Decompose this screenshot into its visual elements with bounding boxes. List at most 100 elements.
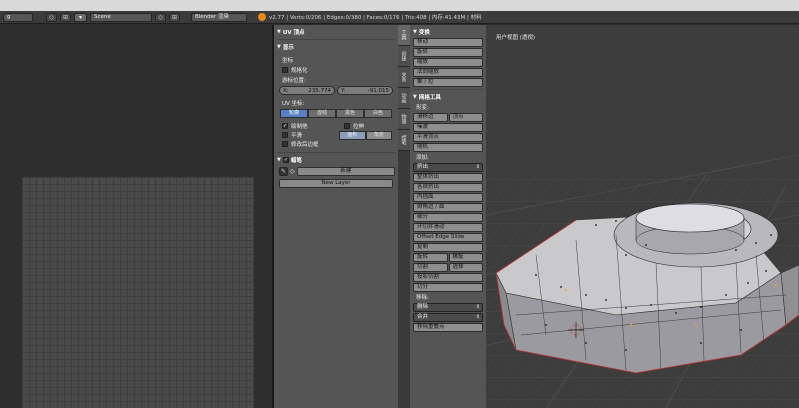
deform-label: 形变: — [416, 105, 429, 111]
collapse-triangle-icon: ▼ — [413, 94, 417, 100]
tab-physics[interactable]: 物理 — [398, 109, 410, 130]
uv-vertex-title: UV 顶点 — [282, 30, 305, 36]
uv-coords-label: UV 坐标: — [282, 101, 305, 107]
transform-title: 变换 — [418, 30, 430, 36]
scene-browse-icon[interactable]: ◇ — [155, 12, 166, 22]
scene-stats: v2.77 | Verts:0/206 | Edges:0/380 | Face… — [269, 15, 482, 21]
extrude-individual-button[interactable]: 各自挤出 — [413, 183, 483, 192]
screen-browse-icon[interactable]: ◇ — [46, 12, 57, 22]
draw-other-checkbox[interactable]: ✓ — [282, 122, 288, 129]
viewport-canvas[interactable] — [486, 25, 799, 408]
smooth-label: 平滑 — [291, 132, 303, 139]
extrude-region-button[interactable]: 整体挤出 — [413, 173, 483, 182]
cursor-y-field[interactable]: Y: -91.015 — [337, 86, 393, 95]
pencil-icon[interactable]: ✎ — [279, 167, 288, 176]
header-bar: g ◇ ⊞ ▾ Scene ◇ ⊞ Blender 渲染 v2.77 | Ver… — [0, 11, 799, 24]
rotate-button[interactable]: 旋转 — [413, 48, 483, 57]
uv-grid[interactable] — [22, 177, 254, 408]
uv-vertex-panel-header[interactable]: ▼ UV 顶点 — [277, 27, 395, 37]
bevel-button[interactable]: 倒角边 / 面 — [413, 203, 483, 212]
add-label: 添加: — [416, 155, 429, 161]
stretch-checkbox[interactable] — [344, 122, 350, 129]
tab-animation[interactable]: 动画 — [398, 88, 410, 109]
offset-edge-slide-button[interactable]: Offset Edge Slide — [413, 233, 483, 242]
draw-other-checkbox-row[interactable]: ✓ 绘制他 — [277, 121, 339, 130]
slide-vertex-button[interactable]: 顶点 — [448, 113, 483, 122]
slide-edge-button[interactable]: 滑移边 — [413, 113, 448, 122]
smooth-checkbox-row[interactable]: 平滑 — [277, 130, 339, 139]
grease-pencil-panel-header[interactable]: ▼ ✓ 蜡笔 — [277, 155, 395, 165]
separator — [277, 39, 395, 40]
scene-selector-icon[interactable]: ▾ — [74, 12, 87, 22]
uv-display-mode-group: 轮廓 虚线 黑色 白色 — [280, 109, 392, 118]
collapse-triangle-icon: ▼ — [277, 157, 281, 163]
knife-select-button[interactable]: 选择 — [448, 263, 483, 272]
delete-dropdown[interactable]: 删除 — [413, 303, 483, 312]
tab-create[interactable]: 创建 — [398, 46, 410, 67]
display-panel-header[interactable]: ▼ 显示 — [277, 42, 395, 52]
screen-add-icon[interactable]: ⊞ — [60, 12, 71, 22]
subdivide-button[interactable]: 细分 — [413, 213, 483, 222]
remove-doubles-button[interactable]: 移除重叠点 — [413, 323, 483, 332]
coords-label: 坐标 — [282, 58, 294, 64]
new-layer-button[interactable]: New Layer — [279, 179, 393, 188]
knife-project-button[interactable]: 投影切割 — [413, 273, 483, 282]
inset-faces-button[interactable]: 内插面 — [413, 193, 483, 202]
mesh-tools-panel-header[interactable]: ▼ 网格工具 — [413, 92, 483, 102]
cursor-x-field[interactable]: X: 235.774 — [279, 86, 335, 95]
smooth-checkbox[interactable] — [282, 131, 288, 138]
normalized-checkbox-row[interactable]: 规格化 — [277, 65, 395, 74]
scene-name-field[interactable]: Scene — [90, 12, 152, 22]
normalized-checkbox[interactable] — [282, 66, 288, 73]
stretch-checkbox-row[interactable]: 拉伸 — [339, 121, 395, 130]
separator — [413, 89, 483, 90]
transform-panel-header[interactable]: ▼ 变换 — [413, 27, 483, 37]
tool-shelf: ▼ 变换 移动 旋转 缩放 法向缩放 推 / 拉 ▼ 网格工具 形变: 滑移边 … — [410, 25, 486, 408]
tool-tab-strip: 工具 创建 关系 动画 物理 蜡笔 — [398, 25, 410, 408]
remove-label: 移除: — [416, 295, 429, 301]
randomize-button[interactable]: 随机 — [413, 143, 483, 152]
editor-type-field[interactable]: g — [3, 12, 33, 22]
stretch-label: 拉伸 — [353, 123, 365, 130]
3d-viewport[interactable]: 用户视图 (透视) — [486, 25, 799, 408]
stretch-angle-button[interactable]: 角度 — [365, 131, 392, 140]
push-pull-button[interactable]: 推 / 拉 — [413, 78, 483, 87]
translate-button[interactable]: 移动 — [413, 38, 483, 47]
duplicate-button[interactable]: 复制 — [413, 243, 483, 252]
tab-relations[interactable]: 关系 — [398, 67, 410, 88]
diamond-icon[interactable]: ◇ — [290, 168, 295, 175]
uv-mode-dash[interactable]: 虚线 — [308, 109, 336, 118]
bisect-button[interactable]: 切分 — [413, 283, 483, 292]
grease-pencil-checkbox[interactable]: ✓ — [282, 157, 289, 163]
uv-mode-outline[interactable]: 轮廓 — [280, 109, 308, 118]
merge-dropdown[interactable]: 合并 — [413, 313, 483, 322]
loop-cut-slide-button[interactable]: 环切并滑动 — [413, 223, 483, 232]
extrude-dropdown[interactable]: 挤出 — [413, 163, 483, 172]
render-engine-select[interactable]: Blender 渲染 — [191, 12, 247, 22]
scale-button[interactable]: 缩放 — [413, 58, 483, 67]
collapse-triangle-icon: ▼ — [413, 29, 417, 35]
tab-tools[interactable]: 工具 — [398, 25, 410, 46]
mesh-tools-title: 网格工具 — [418, 95, 441, 101]
scene-add-icon[interactable]: ⊞ — [169, 12, 180, 22]
cursor-y-value: -91.015 — [367, 87, 389, 94]
tab-grease-pencil[interactable]: 蜡笔 — [398, 130, 410, 151]
new-grease-pencil-button[interactable]: 新建 — [296, 167, 395, 176]
cursor-x-value: 235.774 — [308, 87, 331, 94]
cursor-x-label: X: — [283, 87, 289, 94]
uv-mode-white[interactable]: 白色 — [364, 109, 392, 118]
noise-button[interactable]: 噪波 — [413, 123, 483, 132]
screw-button[interactable]: 螺旋 — [448, 253, 483, 262]
separator — [277, 152, 395, 153]
uv-mode-black[interactable]: 黑色 — [336, 109, 364, 118]
modified-edges-checkbox-row[interactable]: 修改后边框 — [277, 139, 339, 148]
spin-button[interactable]: 旋转 — [413, 253, 448, 262]
modified-edges-checkbox[interactable] — [282, 140, 288, 147]
grease-pencil-title: 蜡笔 — [290, 158, 302, 164]
uv-image-editor[interactable] — [0, 25, 272, 408]
smooth-vertex-button[interactable]: 平滑顶点 — [413, 133, 483, 142]
blender-logo-icon — [258, 13, 266, 21]
shrink-fatten-button[interactable]: 法向缩放 — [413, 68, 483, 77]
stretch-area-button[interactable]: 面积 — [339, 131, 366, 140]
knife-button[interactable]: 切割 — [413, 263, 448, 272]
